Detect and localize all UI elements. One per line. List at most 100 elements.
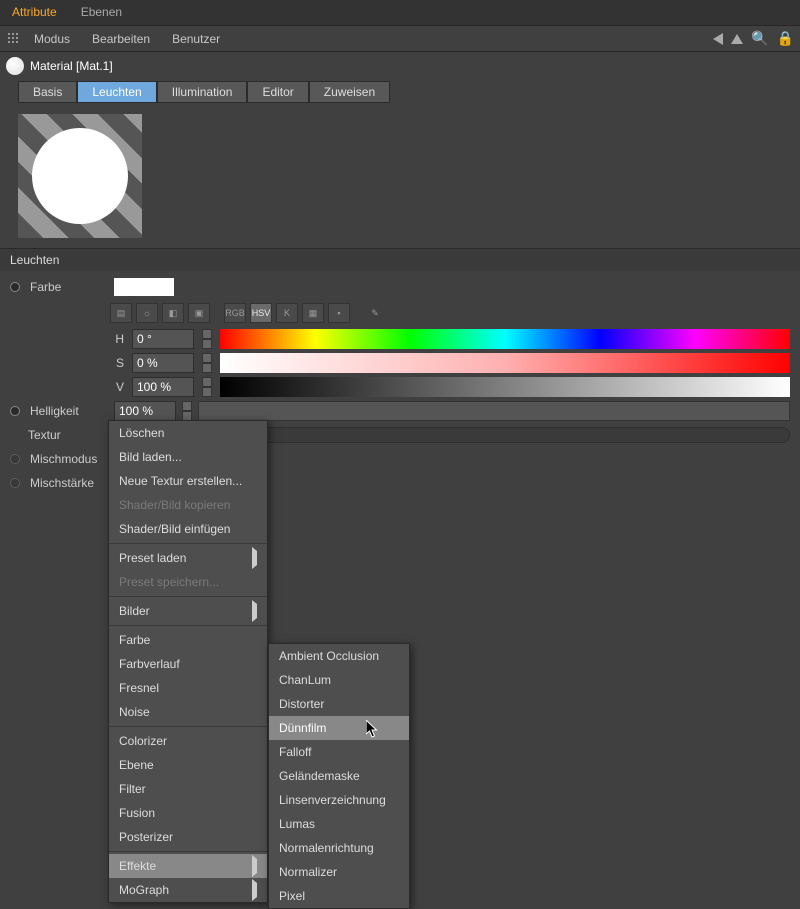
- textur-context-menu: Löschen Bild laden... Neue Textur erstel…: [108, 420, 268, 903]
- spinner-helligkeit[interactable]: [182, 401, 192, 421]
- ctx-separator: [109, 596, 267, 597]
- menu-bearbeiten[interactable]: Bearbeiten: [82, 29, 160, 49]
- tab-basis[interactable]: Basis: [18, 81, 77, 103]
- top-tab-bar: Attribute Ebenen: [0, 0, 800, 26]
- section-title: Leuchten: [0, 249, 800, 271]
- chevron-right-icon: [252, 859, 257, 873]
- nav-up-icon[interactable]: [731, 34, 743, 44]
- ctx-farbe[interactable]: Farbe: [109, 628, 267, 652]
- effekte-submenu: Ambient Occlusion ChanLum Distorter Dünn…: [268, 643, 410, 909]
- ctx-shader-kopieren: Shader/Bild kopieren: [109, 493, 267, 517]
- ctx-normalenrichtung[interactable]: Normalenrichtung: [269, 836, 409, 860]
- label-textur: Textur: [28, 428, 106, 442]
- label-helligkeit: Helligkeit: [30, 404, 108, 418]
- ctx-neue-textur[interactable]: Neue Textur erstellen...: [109, 469, 267, 493]
- color-mode-icons: ▤ ☼ ◧ ▣ RGB HSV K ▦ ▪ ✎: [110, 299, 790, 327]
- menu-benutzer[interactable]: Benutzer: [162, 29, 230, 49]
- ctx-duennfilm[interactable]: Dünnfilm: [269, 716, 409, 740]
- ctx-separator: [109, 543, 267, 544]
- ctx-filter[interactable]: Filter: [109, 777, 267, 801]
- ctx-preset-speichern: Preset speichern...: [109, 570, 267, 594]
- ctx-fusion[interactable]: Fusion: [109, 801, 267, 825]
- material-name: Material [Mat.1]: [30, 59, 113, 73]
- mode-rgb-button[interactable]: RGB: [224, 303, 246, 323]
- mode-hsv-button[interactable]: HSV: [250, 303, 272, 323]
- ctx-loeschen[interactable]: Löschen: [109, 421, 267, 445]
- label-h: H: [110, 332, 124, 346]
- label-v: V: [110, 380, 124, 394]
- tab-attribute[interactable]: Attribute: [0, 0, 69, 25]
- icon-squares[interactable]: ▪: [328, 303, 350, 323]
- search-icon[interactable]: 🔍: [751, 30, 768, 47]
- nav-back-icon[interactable]: [713, 33, 723, 45]
- ctx-noise[interactable]: Noise: [109, 700, 267, 724]
- ctx-separator: [109, 851, 267, 852]
- ctx-normalizer[interactable]: Normalizer: [269, 860, 409, 884]
- label-mischmodus: Mischmodus: [30, 452, 108, 466]
- ctx-posterizer[interactable]: Posterizer: [109, 825, 267, 849]
- input-h[interactable]: 0 °: [132, 329, 194, 349]
- ctx-falloff[interactable]: Falloff: [269, 740, 409, 764]
- spinner-h[interactable]: [202, 329, 212, 349]
- material-preview-icon: [6, 57, 24, 75]
- ctx-colorizer[interactable]: Colorizer: [109, 729, 267, 753]
- ctx-linsenverzeichnung[interactable]: Linsenverzeichnung: [269, 788, 409, 812]
- input-v[interactable]: 100 %: [132, 377, 194, 397]
- ctx-gelaendemaske[interactable]: Geländemaske: [269, 764, 409, 788]
- menu-bar: Modus Bearbeiten Benutzer 🔍 🔒: [0, 26, 800, 52]
- helligkeit-slider[interactable]: [198, 401, 790, 421]
- mode-k-button[interactable]: K: [276, 303, 298, 323]
- lock-icon[interactable]: 🔒: [777, 30, 794, 47]
- color-swatch[interactable]: [114, 278, 174, 296]
- spinner-v[interactable]: [202, 377, 212, 397]
- mischmodus-radio[interactable]: [10, 454, 20, 464]
- icon-wheel[interactable]: ☼: [136, 303, 158, 323]
- chevron-right-icon: [252, 551, 257, 565]
- input-s[interactable]: 0 %: [132, 353, 194, 373]
- preview-sphere-icon: [32, 128, 128, 224]
- ctx-separator: [109, 625, 267, 626]
- ctx-chanlum[interactable]: ChanLum: [269, 668, 409, 692]
- label-farbe: Farbe: [30, 280, 108, 294]
- ctx-bild-laden[interactable]: Bild laden...: [109, 445, 267, 469]
- farbe-radio[interactable]: [10, 282, 20, 292]
- ctx-ambient-occlusion[interactable]: Ambient Occlusion: [269, 644, 409, 668]
- material-header: Material [Mat.1]: [0, 52, 800, 80]
- ctx-effekte[interactable]: Effekte: [109, 854, 267, 878]
- hue-slider[interactable]: [220, 329, 790, 349]
- ctx-separator: [109, 726, 267, 727]
- ctx-lumas[interactable]: Lumas: [269, 812, 409, 836]
- chevron-right-icon: [252, 604, 257, 618]
- ctx-bilder[interactable]: Bilder: [109, 599, 267, 623]
- helligkeit-radio[interactable]: [10, 406, 20, 416]
- sat-slider[interactable]: [220, 353, 790, 373]
- tab-illumination[interactable]: Illumination: [157, 81, 248, 103]
- icon-swatches[interactable]: ▦: [302, 303, 324, 323]
- ctx-fresnel[interactable]: Fresnel: [109, 676, 267, 700]
- ctx-pixel[interactable]: Pixel: [269, 884, 409, 908]
- mischstaerke-radio[interactable]: [10, 478, 20, 488]
- grid-icon[interactable]: [6, 31, 22, 47]
- chevron-right-icon: [252, 883, 257, 897]
- material-preview[interactable]: [18, 114, 142, 238]
- val-slider[interactable]: [220, 377, 790, 397]
- ctx-shader-einfuegen[interactable]: Shader/Bild einfügen: [109, 517, 267, 541]
- ctx-mograph[interactable]: MoGraph: [109, 878, 267, 902]
- spinner-s[interactable]: [202, 353, 212, 373]
- icon-square[interactable]: ◧: [162, 303, 184, 323]
- menu-modus[interactable]: Modus: [24, 29, 80, 49]
- icon-spectrum[interactable]: ▤: [110, 303, 132, 323]
- tab-editor[interactable]: Editor: [247, 81, 308, 103]
- ctx-ebene[interactable]: Ebene: [109, 753, 267, 777]
- preview-area: [0, 104, 800, 249]
- ctx-distorter[interactable]: Distorter: [269, 692, 409, 716]
- ctx-farbverlauf[interactable]: Farbverlauf: [109, 652, 267, 676]
- input-helligkeit[interactable]: 100 %: [114, 401, 176, 421]
- channel-tabs: Basis Leuchten Illumination Editor Zuwei…: [0, 80, 800, 104]
- tab-zuweisen[interactable]: Zuweisen: [309, 81, 390, 103]
- tab-ebenen[interactable]: Ebenen: [69, 0, 134, 25]
- ctx-preset-laden[interactable]: Preset laden: [109, 546, 267, 570]
- tab-leuchten[interactable]: Leuchten: [77, 81, 156, 103]
- icon-picture[interactable]: ▣: [188, 303, 210, 323]
- eyedropper-icon[interactable]: ✎: [364, 303, 386, 323]
